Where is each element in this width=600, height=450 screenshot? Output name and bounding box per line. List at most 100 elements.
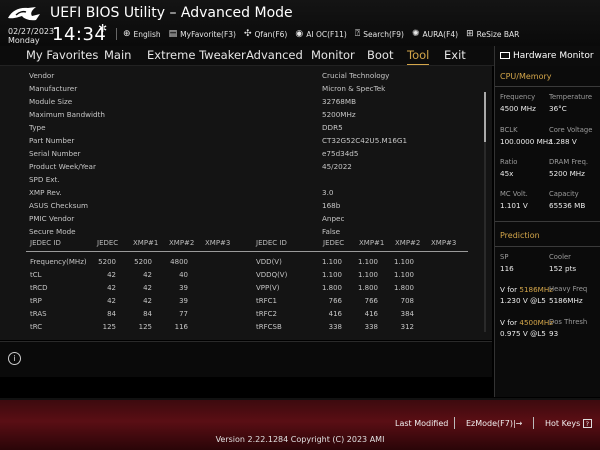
spd-value-manufacturer: Micron & SpecTek	[322, 84, 386, 93]
table-cell: tRCD	[30, 284, 48, 292]
table-cell: 84	[107, 310, 116, 318]
table-cell: VPP(V)	[256, 284, 280, 292]
tab-tool[interactable]: Tool	[407, 48, 430, 65]
search-button[interactable]: ⍰ Search(F9)	[355, 29, 404, 39]
footer-separator	[533, 417, 534, 429]
rog-logo-icon	[8, 7, 40, 21]
spd-value-pmic-vendor: Anpec	[322, 214, 345, 223]
table-cell: 4800	[170, 258, 188, 266]
spd-label-part-number: Part Number	[29, 136, 75, 145]
table-cell: 77	[179, 310, 188, 318]
section-divider	[495, 86, 600, 87]
table-cell: tCL	[30, 271, 42, 279]
hm-label-mc-volt: MC Volt.	[500, 190, 528, 198]
table-cell: 416	[364, 310, 378, 318]
toolbar-divider	[116, 28, 117, 40]
section-divider	[495, 246, 600, 247]
table-cell: 39	[179, 297, 188, 305]
qfan-button[interactable]: ✣ Qfan(F6)	[244, 29, 287, 39]
hm-value-dram-freq: 5200 MHz	[549, 169, 585, 178]
table-cell: 1.100	[393, 271, 414, 279]
spd-value-module-size: 32768MB	[322, 97, 356, 106]
hm-value-sp: 116	[500, 264, 514, 273]
tab-my-favorites[interactable]: My Favorites	[26, 48, 98, 62]
table-header-xmp2-right: XMP#2	[395, 239, 421, 247]
ezmode-button[interactable]: EzMode(F7)|→	[466, 419, 522, 428]
table-cell: 1.800	[357, 284, 378, 292]
hot-keys-label: Hot Keys	[545, 419, 581, 428]
footer-bar: Last Modified EzMode(F7)|→ Hot Keys ? Ve…	[0, 398, 600, 450]
hot-keys-button[interactable]: Hot Keys ?	[545, 419, 592, 428]
toolbar: ⊕ English ▤ MyFavorite(F3) ✣ Qfan(F6) ◉ AI O…	[116, 27, 527, 41]
v-for-freq-1: 5186MHz	[519, 285, 554, 294]
table-cell: 1.100	[393, 258, 414, 266]
table-header-xmp2-left: XMP#2	[169, 239, 195, 247]
hm-label-frequency: Frequency	[500, 93, 536, 101]
spd-label-spd-ext: SPD Ext.	[29, 175, 60, 184]
table-cell: 5200	[134, 258, 152, 266]
spd-label-asus-checksum: ASUS Checksum	[29, 201, 88, 210]
hm-value-bclk: 100.0000 MHz	[500, 137, 552, 146]
table-cell: 5200	[98, 258, 116, 266]
table-cell: tRC	[30, 323, 43, 331]
table-cell: 125	[138, 323, 152, 331]
v-for-freq-2: 4500MHz	[519, 318, 554, 327]
myfavorite-icon: ▤	[168, 29, 178, 39]
hardware-monitor-title: Hardware Monitor	[513, 51, 594, 61]
hm-value-mc-volt: 1.101 V	[500, 201, 528, 210]
spd-value-xmp-rev: 3.0	[322, 188, 334, 197]
monitor-icon	[500, 52, 510, 59]
table-cell: 1.100	[357, 271, 378, 279]
table-header-jedec-left: JEDEC	[97, 239, 119, 247]
spd-label-secure-mode: Secure Mode	[29, 227, 76, 236]
hm-value-core-voltage: 1.288 V	[549, 137, 577, 146]
hm-label-dos-thresh: Dos Thresh	[549, 318, 588, 326]
last-modified-button[interactable]: Last Modified	[395, 419, 448, 428]
table-cell: VDDQ(V)	[256, 271, 288, 279]
spd-value-vendor: Crucial Technology	[322, 71, 390, 80]
search-label: Search(F9)	[363, 29, 404, 39]
hm-label-dram-freq: DRAM Freq.	[549, 158, 589, 166]
table-cell: Frequency(MHz)	[30, 258, 87, 266]
resize-bar-label: ReSize BAR	[476, 29, 520, 39]
hm-value-v-for-2: 0.975 V @L5	[500, 329, 546, 338]
table-header-xmp3-right: XMP#3	[431, 239, 457, 247]
date-display: 02/27/2023 Monday	[8, 27, 54, 45]
v-for-prefix: V for	[500, 318, 520, 327]
myfavorite-label: MyFavorite(F3)	[180, 29, 236, 39]
hm-value-capacity: 65536 MB	[549, 201, 586, 210]
section-divider	[495, 221, 600, 222]
table-cell: 384	[400, 310, 414, 318]
fan-icon: ✣	[243, 29, 252, 39]
table-cell: 416	[328, 310, 342, 318]
tab-boot[interactable]: Boot	[367, 48, 393, 62]
cpu-memory-section-title: CPU/Memory	[500, 72, 552, 81]
table-cell: 1.100	[321, 271, 342, 279]
ai-oc-label: AI OC(F11)	[306, 29, 347, 39]
tab-extreme-tweaker[interactable]: Extreme Tweaker	[147, 48, 246, 62]
table-cell: tRFCSB	[256, 323, 282, 331]
tab-exit[interactable]: Exit	[444, 48, 466, 62]
tab-advanced[interactable]: Advanced	[246, 48, 303, 62]
search-icon: ⍰	[354, 29, 361, 39]
table-header-jedec-id-right: JEDEC ID	[256, 239, 287, 247]
table-cell: tRFC2	[256, 310, 277, 318]
myfavorite-button[interactable]: ▤ MyFavorite(F3)	[169, 29, 236, 39]
date-text: 02/27/2023	[8, 27, 55, 36]
scrollbar-thumb[interactable]	[484, 92, 486, 142]
aura-button[interactable]: ✺ AURA(F4)	[412, 29, 458, 39]
resize-bar-icon: ⊞	[466, 29, 474, 39]
spd-value-type: DDR5	[322, 123, 343, 132]
table-cell: 42	[143, 284, 152, 292]
hm-value-dos-thresh: 93	[549, 329, 559, 338]
gear-icon[interactable]: ✲	[98, 22, 107, 35]
table-cell: tRP	[30, 297, 42, 305]
hm-label-bclk: BCLK	[500, 126, 518, 134]
ai-oc-button[interactable]: ◉ AI OC(F11)	[295, 29, 346, 39]
language-button[interactable]: ⊕ English	[123, 29, 161, 39]
tab-main[interactable]: Main	[104, 48, 131, 62]
tab-monitor[interactable]: Monitor	[311, 48, 355, 62]
resize-bar-button[interactable]: ⊞ ReSize BAR	[466, 29, 519, 39]
spd-label-module-size: Module Size	[29, 97, 73, 106]
qfan-label: Qfan(F6)	[254, 29, 288, 39]
